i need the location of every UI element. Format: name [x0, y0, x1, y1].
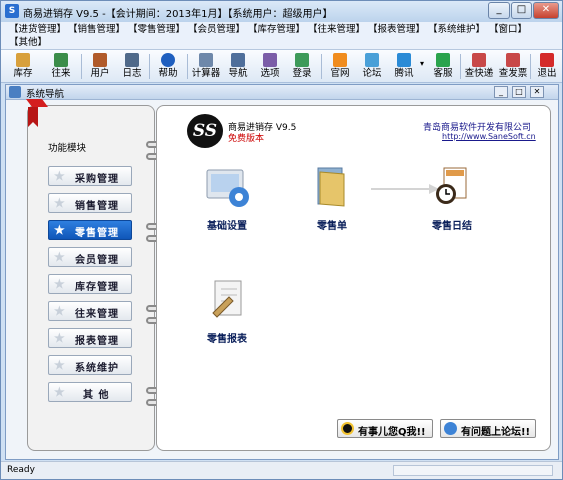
- nav-close-button[interactable]: ✕: [530, 86, 544, 98]
- star-icon: ★: [54, 331, 65, 345]
- star-icon: ★: [54, 385, 65, 399]
- module-inventory[interactable]: ★ 库存管理: [48, 274, 132, 294]
- minimize-button[interactable]: _: [488, 2, 510, 19]
- toolbar-accounts[interactable]: 往来: [43, 51, 79, 82]
- toolbar-forum[interactable]: 论坛: [354, 51, 390, 82]
- toolbar-inventory[interactable]: 库存: [5, 51, 41, 82]
- title-bar: S 商易进销存 V9.5 -【会计期间：2013年1月】【系统用户：超级用户】 …: [1, 1, 562, 22]
- menu-purchase[interactable]: 【进货管理】: [9, 23, 66, 36]
- star-icon: ★: [54, 250, 65, 264]
- flow-retail-report[interactable]: 零售报表: [187, 277, 267, 345]
- qq-contact-button[interactable]: 有事儿您Q我!!: [337, 419, 433, 438]
- edition-label: 免费版本: [228, 134, 265, 144]
- window-title: 商易进销存 V9.5 -【会计期间：2013年1月】【系统用户：超级用户】: [23, 9, 333, 20]
- module-other[interactable]: ★ 其 他: [48, 382, 132, 402]
- search-icon: [506, 53, 520, 67]
- forum-help-button[interactable]: 有问题上论坛!!: [440, 419, 536, 438]
- help-icon: [161, 53, 175, 67]
- company-logo: SS: [187, 114, 223, 148]
- nav-content: 功能模块 ★ 采购管理 ★ 销售管理 ★ 零售管理 ★ 会员管理 ★ 库存管理 ★ 往来管理…: [6, 99, 558, 459]
- globe-icon: [444, 422, 457, 435]
- menu-window[interactable]: 【窗口】: [489, 23, 527, 36]
- toolbar-website[interactable]: 官网: [322, 51, 358, 82]
- module-system[interactable]: ★ 系统维护: [48, 355, 132, 375]
- exit-icon: [540, 53, 554, 67]
- module-member[interactable]: ★ 会员管理: [48, 247, 132, 267]
- toolbar-login[interactable]: 登录: [284, 51, 320, 82]
- toolbar-navigation[interactable]: 导航: [220, 51, 256, 82]
- toolbar-invoice[interactable]: 查发票: [495, 51, 531, 82]
- toolbar-tencent[interactable]: 腾讯: [386, 51, 422, 82]
- close-button[interactable]: ✕: [533, 2, 559, 19]
- status-bar: Ready: [1, 461, 562, 479]
- maximize-button[interactable]: □: [511, 2, 532, 19]
- nav-window-icon: [9, 86, 21, 98]
- flow-retail-order[interactable]: 零售单: [292, 164, 372, 232]
- toolbar-service[interactable]: 客服: [425, 51, 461, 82]
- flow-basic-settings[interactable]: 基础设置: [187, 166, 267, 232]
- user-icon: [93, 53, 107, 67]
- navigation-icon: [231, 53, 245, 67]
- toolbar-exit[interactable]: 退出: [529, 51, 563, 82]
- menu-accounts[interactable]: 【往来管理】: [308, 23, 365, 36]
- warehouse-icon: [16, 53, 30, 67]
- module-sales[interactable]: ★ 销售管理: [48, 193, 132, 213]
- star-icon: ★: [54, 169, 65, 183]
- forum-icon: [365, 53, 379, 67]
- star-icon: ★: [54, 277, 65, 291]
- menu-inventory[interactable]: 【库存管理】: [248, 23, 305, 36]
- module-reports[interactable]: ★ 报表管理: [48, 328, 132, 348]
- module-retail[interactable]: ★ 零售管理: [48, 220, 132, 240]
- toolbar: 库存 往来 用户 日志 帮助 计算器 导航 选项 登录 官网 论坛 腾讯 ▾ 客…: [1, 50, 562, 83]
- app-icon: S: [5, 4, 19, 18]
- calculator-icon: [199, 53, 213, 67]
- flow-daily-close[interactable]: 零售日结: [412, 164, 492, 232]
- nav-window-titlebar: 系统导航 _ □ ✕: [6, 85, 558, 100]
- star-icon: ★: [54, 304, 65, 318]
- folder-icon: [317, 167, 345, 207]
- module-panel: 功能模块 ★ 采购管理 ★ 销售管理 ★ 零售管理 ★ 会员管理 ★ 库存管理 ★ 往来管理…: [26, 99, 155, 451]
- clock-document-icon: [436, 167, 467, 204]
- handshake-icon: [54, 53, 68, 67]
- login-icon: [295, 53, 309, 67]
- rss-icon: [333, 53, 347, 67]
- star-icon: ★: [54, 358, 65, 372]
- star-icon: ★: [54, 223, 65, 237]
- module-accounts[interactable]: ★ 往来管理: [48, 301, 132, 321]
- settings-icon: [206, 169, 249, 207]
- toolbar-help[interactable]: 帮助: [150, 51, 186, 82]
- nav-minimize-button[interactable]: _: [494, 86, 508, 98]
- toolbar-users[interactable]: 用户: [82, 51, 118, 82]
- menu-sales[interactable]: 【销售管理】: [68, 23, 125, 36]
- status-text: Ready: [7, 465, 35, 475]
- star-icon: ★: [54, 196, 65, 210]
- nav-maximize-button[interactable]: □: [512, 86, 526, 98]
- qq-icon: [341, 422, 354, 435]
- company-url-link[interactable]: http://www.SaneSoft.cn: [442, 132, 536, 141]
- service-icon: [436, 53, 450, 67]
- menu-other[interactable]: 【其他】: [9, 36, 47, 49]
- toolbar-options[interactable]: 选项: [252, 51, 288, 82]
- module-purchase[interactable]: ★ 采购管理: [48, 166, 132, 186]
- menu-system[interactable]: 【系统维护】: [428, 23, 485, 36]
- menu-retail[interactable]: 【零售管理】: [128, 23, 185, 36]
- toolbar-calculator[interactable]: 计算器: [188, 51, 224, 82]
- options-icon: [263, 53, 277, 67]
- menu-bar: 【进货管理】 【销售管理】 【零售管理】 【会员管理】 【库存管理】 【往来管理…: [1, 22, 562, 50]
- search-icon: [472, 53, 486, 67]
- report-icon: [212, 280, 242, 318]
- help-question-icon: [397, 53, 411, 67]
- menu-reports[interactable]: 【报表管理】: [368, 23, 425, 36]
- nav-window: 系统导航 _ □ ✕ 功能模块 ★ 采购管理 ★ 销售管理 ★ 零售管理 ★ 会员管理 …: [5, 84, 559, 460]
- module-heading: 功能模块: [48, 143, 87, 154]
- main-window: S 商易进销存 V9.5 -【会计期间：2013年1月】【系统用户：超级用户】 …: [0, 0, 563, 480]
- toolbar-log[interactable]: 日志: [114, 51, 150, 82]
- bookmark-ribbon-icon: [26, 99, 48, 127]
- flow-panel: SS 商易进销存 V9.5 免费版本 青岛商易软件开发有限公司 http://w…: [156, 105, 551, 451]
- log-icon: [125, 53, 139, 67]
- chevron-down-icon[interactable]: ▾: [420, 59, 424, 68]
- status-progress-pane: [393, 465, 553, 476]
- menu-member[interactable]: 【会员管理】: [188, 23, 245, 36]
- toolbar-express[interactable]: 查快递: [461, 51, 497, 82]
